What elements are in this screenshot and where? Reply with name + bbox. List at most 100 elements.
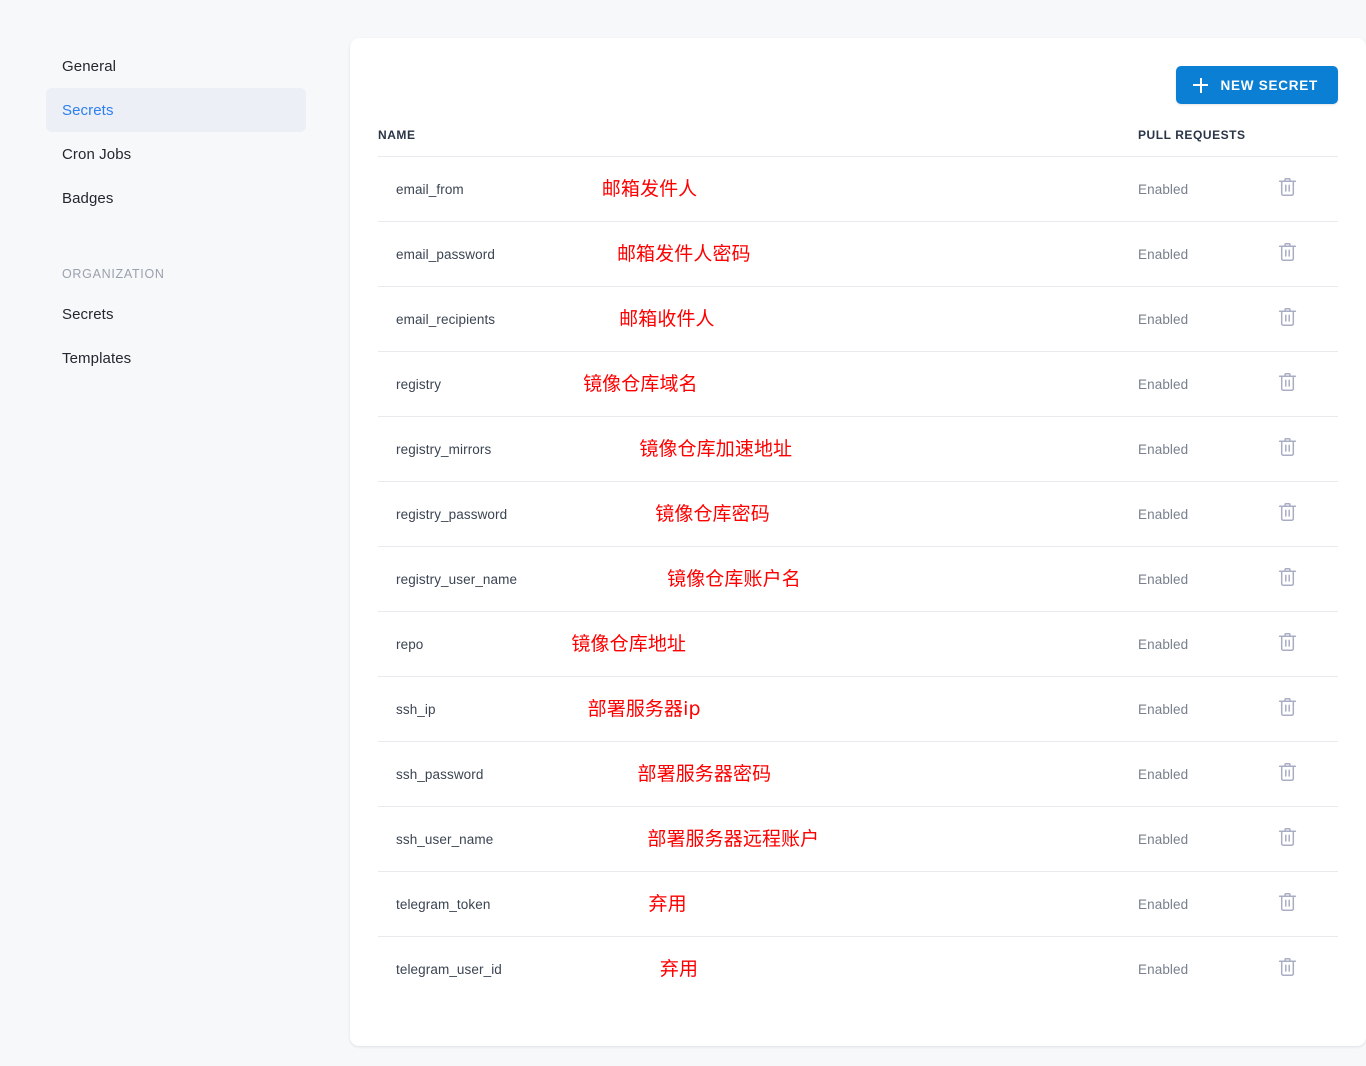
settings-page: General Secrets Cron Jobs Badges ORGANIZ… <box>0 0 1366 1066</box>
trash-icon[interactable] <box>1278 242 1297 262</box>
pull-requests-status: Enabled <box>1138 546 1278 612</box>
pull-requests-status: Enabled <box>1138 676 1278 742</box>
table-header-row: NAME PULL REQUESTS <box>378 104 1338 157</box>
table-row[interactable]: ssh_ip 部署服务器ip Enabled <box>378 676 1338 742</box>
table-row[interactable]: registry 镜像仓库域名 Enabled <box>378 351 1338 417</box>
sidebar-item-label: Badges <box>62 189 114 207</box>
sidebar-item-cron-jobs[interactable]: Cron Jobs <box>46 132 306 176</box>
row-actions-cell <box>1278 871 1338 937</box>
pull-requests-status: Enabled <box>1138 286 1278 352</box>
column-header-pull-requests: PULL REQUESTS <box>1138 104 1278 157</box>
secret-annotation: 邮箱收件人 <box>619 307 715 330</box>
secret-name: ssh_password <box>396 766 484 782</box>
sidebar-item-general[interactable]: General <box>46 44 306 88</box>
table-row[interactable]: email_from 邮箱发件人 Enabled <box>378 156 1338 222</box>
pull-requests-status: Enabled <box>1138 481 1278 547</box>
row-actions-cell <box>1278 741 1338 807</box>
table-row[interactable]: repo 镜像仓库地址 Enabled <box>378 611 1338 677</box>
sidebar-item-org-templates[interactable]: Templates <box>46 336 306 380</box>
pull-requests-status: Enabled <box>1138 416 1278 482</box>
secret-name-cell: telegram_user_id 弃用 <box>378 937 1138 1002</box>
secret-name: ssh_user_name <box>396 831 494 847</box>
secret-name: repo <box>396 636 424 652</box>
table-row[interactable]: email_recipients 邮箱收件人 Enabled <box>378 286 1338 352</box>
pull-requests-status: Enabled <box>1138 351 1278 417</box>
secret-name-cell: ssh_password 部署服务器密码 <box>378 741 1138 807</box>
secret-name: registry <box>396 376 442 392</box>
table-row[interactable]: email_password 邮箱发件人密码 Enabled <box>378 221 1338 287</box>
trash-icon[interactable] <box>1278 372 1297 392</box>
sidebar-item-label: General <box>62 57 117 75</box>
secret-name: email_recipients <box>396 311 496 327</box>
secret-name-cell: repo 镜像仓库地址 <box>378 611 1138 677</box>
secret-name-cell: email_from 邮箱发件人 <box>378 156 1138 222</box>
trash-icon[interactable] <box>1278 957 1297 977</box>
secret-annotation: 部署服务器远程账户 <box>647 827 820 850</box>
main-content: NEW SECRET NAME PULL REQUESTS email_from… <box>350 0 1366 1066</box>
secret-annotation: 镜像仓库账户名 <box>667 567 801 590</box>
table-row[interactable]: telegram_token 弃用 Enabled <box>378 871 1338 937</box>
secret-name: email_from <box>396 181 464 197</box>
trash-icon[interactable] <box>1278 307 1297 327</box>
settings-sidebar: General Secrets Cron Jobs Badges ORGANIZ… <box>0 0 350 1066</box>
secret-annotation: 部署服务器密码 <box>637 762 772 785</box>
table-row[interactable]: ssh_user_name 部署服务器远程账户 Enabled <box>378 806 1338 872</box>
secrets-table: NAME PULL REQUESTS email_from 邮箱发件人 Enable… <box>378 104 1338 1002</box>
secret-annotation: 镜像仓库域名 <box>583 372 698 395</box>
secret-name: email_password <box>396 246 495 262</box>
sidebar-item-label: Secrets <box>62 101 114 119</box>
trash-icon[interactable] <box>1278 892 1297 912</box>
row-actions-cell <box>1278 937 1338 1002</box>
secret-name: registry_password <box>396 506 508 522</box>
row-actions-cell <box>1278 806 1338 872</box>
row-actions-cell <box>1278 611 1338 677</box>
sidebar-item-label: Cron Jobs <box>62 145 132 163</box>
pull-requests-status: Enabled <box>1138 741 1278 807</box>
row-actions-cell <box>1278 286 1338 352</box>
table-row[interactable]: registry_user_name 镜像仓库账户名 Enabled <box>378 546 1338 612</box>
trash-icon[interactable] <box>1278 827 1297 847</box>
sidebar-item-label: Templates <box>62 349 132 367</box>
pull-requests-status: Enabled <box>1138 156 1278 222</box>
row-actions-cell <box>1278 676 1338 742</box>
secrets-card: NEW SECRET NAME PULL REQUESTS email_from… <box>350 38 1366 1046</box>
table-row[interactable]: telegram_user_id 弃用 Enabled <box>378 937 1338 1002</box>
secret-name: registry_mirrors <box>396 441 492 457</box>
sidebar-item-org-secrets[interactable]: Secrets <box>46 292 306 336</box>
row-actions-cell <box>1278 221 1338 287</box>
secret-annotation: 邮箱发件人 <box>601 177 698 200</box>
plus-icon <box>1193 77 1209 93</box>
pull-requests-status: Enabled <box>1138 806 1278 872</box>
trash-icon[interactable] <box>1278 632 1297 652</box>
secret-name-cell: email_recipients 邮箱收件人 <box>378 286 1138 352</box>
secret-name-cell: ssh_user_name 部署服务器远程账户 <box>378 806 1138 872</box>
table-row[interactable]: registry_password 镜像仓库密码 Enabled <box>378 481 1338 547</box>
row-actions-cell <box>1278 156 1338 222</box>
table-row[interactable]: registry_mirrors 镜像仓库加速地址 Enabled <box>378 416 1338 482</box>
secret-name-cell: telegram_token 弃用 <box>378 871 1138 937</box>
secret-name-cell: email_password 邮箱发件人密码 <box>378 221 1138 287</box>
trash-icon[interactable] <box>1278 437 1297 457</box>
trash-icon[interactable] <box>1278 697 1297 717</box>
secrets-table-head: NAME PULL REQUESTS <box>378 104 1338 157</box>
new-secret-button[interactable]: NEW SECRET <box>1176 66 1338 104</box>
sidebar-item-badges[interactable]: Badges <box>46 176 306 220</box>
trash-icon[interactable] <box>1278 502 1297 522</box>
secret-name-cell: ssh_ip 部署服务器ip <box>378 676 1138 742</box>
sidebar-section-organization: ORGANIZATION <box>62 267 165 281</box>
secret-name: ssh_ip <box>396 701 436 717</box>
secret-annotation: 弃用 <box>659 957 699 980</box>
column-header-actions <box>1278 104 1338 157</box>
row-actions-cell <box>1278 546 1338 612</box>
trash-icon[interactable] <box>1278 762 1297 782</box>
secret-annotation: 弃用 <box>648 892 687 915</box>
secret-name: telegram_token <box>396 896 491 912</box>
table-row[interactable]: ssh_password 部署服务器密码 Enabled <box>378 741 1338 807</box>
secret-name: registry_user_name <box>396 571 518 587</box>
pull-requests-status: Enabled <box>1138 961 1189 977</box>
trash-icon[interactable] <box>1278 177 1297 197</box>
new-secret-button-label: NEW SECRET <box>1220 77 1318 93</box>
sidebar-item-secrets[interactable]: Secrets <box>46 88 306 132</box>
trash-icon[interactable] <box>1278 567 1297 587</box>
pull-requests-status: Enabled <box>1138 611 1278 677</box>
